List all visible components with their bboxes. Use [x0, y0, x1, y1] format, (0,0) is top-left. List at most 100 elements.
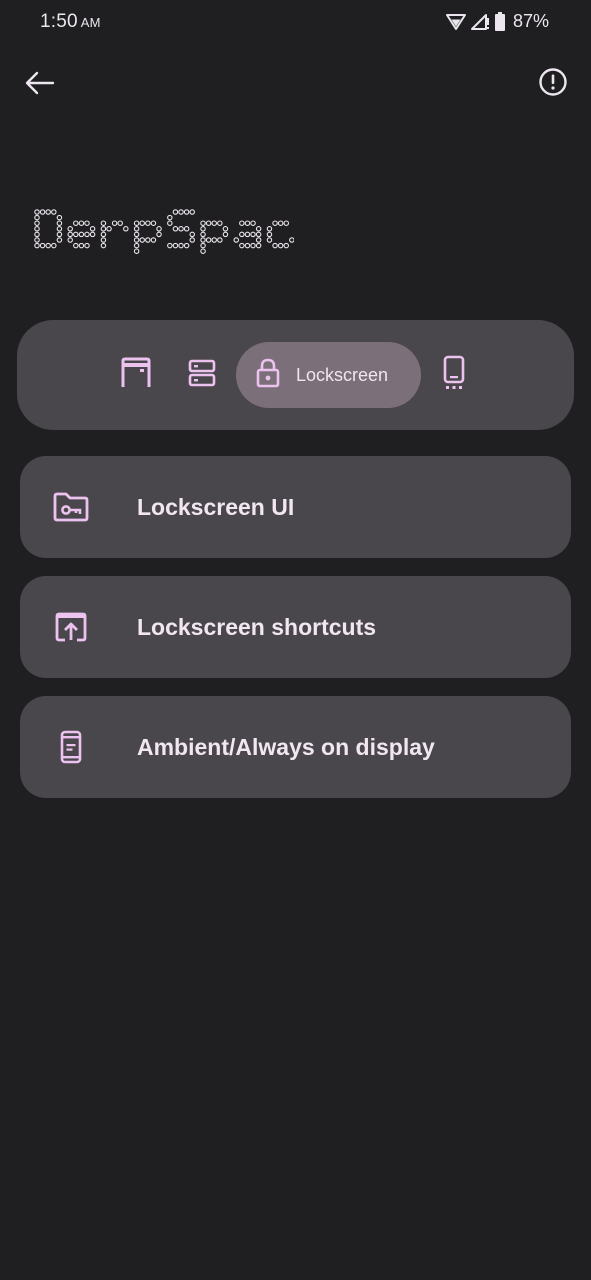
logo-dot	[73, 231, 79, 238]
logo-dot	[200, 231, 206, 238]
logo-dot	[45, 209, 51, 215]
logo-dot	[211, 220, 217, 226]
logo-dot	[139, 220, 145, 226]
logo-dot	[250, 231, 256, 238]
app-logo	[34, 208, 328, 264]
logo-dot	[139, 237, 145, 243]
logo-dot	[100, 237, 107, 243]
logo-dot	[106, 226, 112, 232]
open-in-app-icon	[50, 607, 92, 647]
status-time: 1:50 AM	[40, 11, 101, 33]
logo-dot	[255, 237, 262, 243]
logo-dot	[167, 220, 173, 226]
status-icons: 87%	[445, 11, 549, 32]
logo-dot	[211, 237, 217, 243]
list-item-label: Lockscreen shortcuts	[137, 614, 377, 640]
logo-dot	[277, 220, 284, 226]
logo-dot	[189, 231, 195, 238]
logo-dot	[239, 242, 245, 249]
logo-dot	[84, 220, 90, 226]
logo-dot	[250, 242, 256, 249]
logo-dots	[34, 209, 328, 254]
logo-dot	[133, 248, 140, 254]
logo-dot	[156, 226, 162, 232]
wifi-icon	[445, 13, 466, 31]
logo-dot	[34, 237, 40, 243]
logo-dot	[84, 242, 90, 249]
logo-dot	[84, 231, 90, 238]
logo-dot	[89, 231, 96, 238]
logo-dot	[100, 242, 107, 249]
logo-dot	[183, 242, 190, 249]
logo-dot	[283, 220, 290, 226]
logo-dot	[34, 231, 40, 238]
list-item-label: Ambient/Always on display	[137, 734, 435, 760]
logo-dot	[56, 220, 63, 226]
logo-dot	[67, 237, 73, 243]
logo-dot	[217, 220, 223, 226]
logo-dot	[39, 242, 46, 249]
logo-dot	[34, 226, 40, 232]
logo-dot	[183, 209, 190, 215]
tab-statusbar[interactable]	[113, 342, 159, 408]
tab-navigation[interactable]	[431, 342, 477, 408]
status-time-ampm: AM	[80, 15, 101, 30]
logo-dot	[133, 231, 140, 238]
logo-dot	[133, 237, 140, 243]
logo-dot	[189, 209, 195, 215]
back-button[interactable]	[20, 65, 60, 105]
logo-dot	[217, 237, 223, 243]
logo-dot	[255, 226, 262, 232]
logo-dot	[100, 220, 107, 226]
logo-dot	[133, 242, 140, 249]
logo-dot	[56, 237, 63, 243]
list-item-lockscreen-shortcuts[interactable]: Lockscreen shortcuts	[20, 576, 571, 678]
logo-dot	[73, 242, 79, 249]
logo-dot	[39, 209, 46, 215]
logo-dot	[266, 226, 273, 232]
logo-dot	[172, 209, 179, 215]
logo-dot	[183, 226, 190, 232]
ambient-display-icon	[50, 727, 92, 767]
logo-dot	[145, 237, 151, 243]
logo-dot	[34, 209, 40, 215]
info-button[interactable]	[533, 64, 573, 104]
logo-dot	[200, 248, 206, 254]
logo-dot	[178, 242, 184, 249]
battery-percent: 87%	[512, 11, 549, 31]
logo-dot	[289, 237, 295, 243]
logo-dot	[150, 237, 157, 243]
list-item-ambient-display[interactable]: Ambient/Always on display	[20, 696, 571, 798]
logo-dot	[133, 226, 140, 232]
tab-lockscreen-label: Lockscreen	[296, 364, 389, 385]
list-item-lockscreen-ui[interactable]: Lockscreen UI	[20, 456, 571, 558]
logo-dot	[56, 214, 63, 221]
tab-quick-settings[interactable]	[179, 342, 225, 408]
logo-dot	[78, 231, 85, 238]
logo-dot	[167, 214, 173, 221]
logo-dot	[266, 237, 273, 243]
logo-dot	[100, 231, 107, 238]
logo-dot	[34, 214, 40, 221]
logo-dot	[133, 220, 140, 226]
statusbar-icon	[120, 357, 152, 394]
logo-dot	[56, 226, 63, 232]
logo-dot	[67, 231, 73, 238]
logo-dot	[73, 220, 79, 226]
logo-dot	[150, 220, 157, 226]
logo-dot	[56, 231, 63, 238]
logo-dot	[189, 237, 195, 243]
lock-icon	[256, 358, 280, 393]
list-item-label: Lockscreen UI	[137, 494, 295, 520]
logo-dot	[244, 231, 251, 238]
tab-lockscreen[interactable]: Lockscreen	[236, 342, 421, 408]
logo-dot	[51, 209, 57, 215]
logo-dot	[145, 220, 151, 226]
logo-dot	[200, 220, 206, 226]
logo-dot	[34, 220, 40, 226]
logo-dot	[250, 220, 256, 226]
logo-dot	[156, 231, 162, 238]
logo-dot	[277, 242, 284, 249]
logo-dot	[200, 226, 206, 232]
folder-key-icon	[50, 487, 92, 527]
